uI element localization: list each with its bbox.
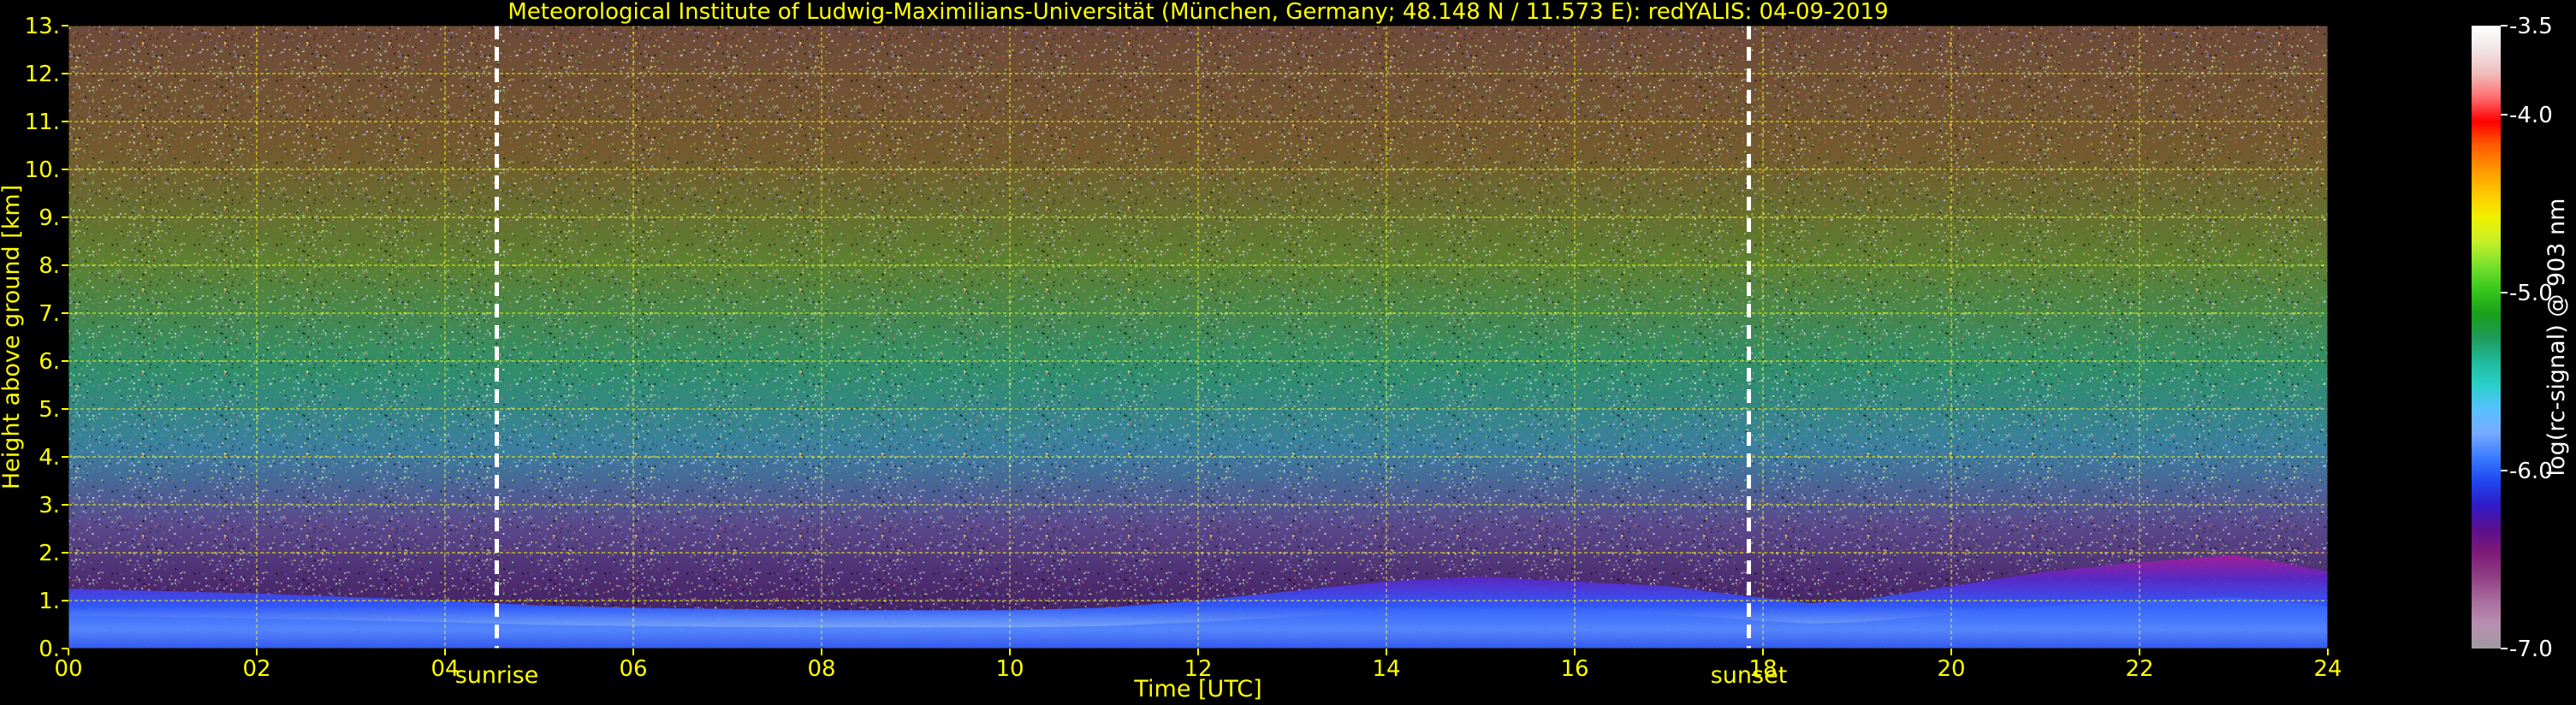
colorbar-tick-label: -7.0 xyxy=(2509,637,2553,662)
x-tick-label: 22 xyxy=(2125,656,2153,682)
y-tick-label: 3. xyxy=(39,493,60,518)
y-tick-label: 5. xyxy=(39,397,60,423)
x-tick-label: 24 xyxy=(2313,656,2342,682)
sun-event-label: sunrise xyxy=(455,662,539,689)
x-tick-label: 16 xyxy=(1560,656,1588,682)
y-tick-label: 2. xyxy=(39,541,60,566)
y-tick-label: 8. xyxy=(39,253,60,279)
y-axis-ticks: 0. 1. 2. 3. 4. 5. 6. 7. 8. 9. 10. 11. 12. 13. xyxy=(25,14,68,662)
plot-area xyxy=(68,26,2328,649)
x-tick-label: 10 xyxy=(995,656,1024,682)
lidar-quicklook-chart: Meteorological Institute of Ludwig-Maxim… xyxy=(0,0,2570,702)
y-tick-label: 7. xyxy=(39,301,60,327)
y-tick-label: 10. xyxy=(25,157,60,183)
x-tick-label: 02 xyxy=(242,656,270,682)
x-tick-label: 08 xyxy=(807,656,835,682)
y-tick-label: 11. xyxy=(25,110,60,135)
y-tick-label: 1. xyxy=(39,589,60,614)
x-tick-label: 06 xyxy=(619,656,647,682)
sun-event-label: sunset xyxy=(1711,662,1788,689)
colorbar-label: log(rc-signal) @ 903 nm xyxy=(2543,198,2570,477)
y-tick-label: 9. xyxy=(39,205,60,231)
x-axis-label: Time [UTC] xyxy=(1133,676,1261,702)
y-tick-label: 4. xyxy=(39,445,60,471)
colorbar: -3.5-4.0-5.0-6.0-7.0 log(rc-signal) @ 90… xyxy=(2472,14,2570,662)
colorbar-tick-label: -3.5 xyxy=(2509,14,2553,39)
y-tick-label: 6. xyxy=(39,349,60,375)
y-axis-label: Height above ground [km] xyxy=(0,185,25,489)
y-tick-label: 0. xyxy=(39,637,60,662)
y-tick-label: 12. xyxy=(25,62,60,87)
x-tick-label: 20 xyxy=(1937,656,1965,682)
colorbar-tick-label: -4.0 xyxy=(2509,103,2553,128)
x-tick-label: 14 xyxy=(1372,656,1400,682)
colorbar-scale xyxy=(2472,26,2501,649)
y-tick-label: 13. xyxy=(25,14,60,39)
chart-title: Meteorological Institute of Ludwig-Maxim… xyxy=(507,0,1888,25)
